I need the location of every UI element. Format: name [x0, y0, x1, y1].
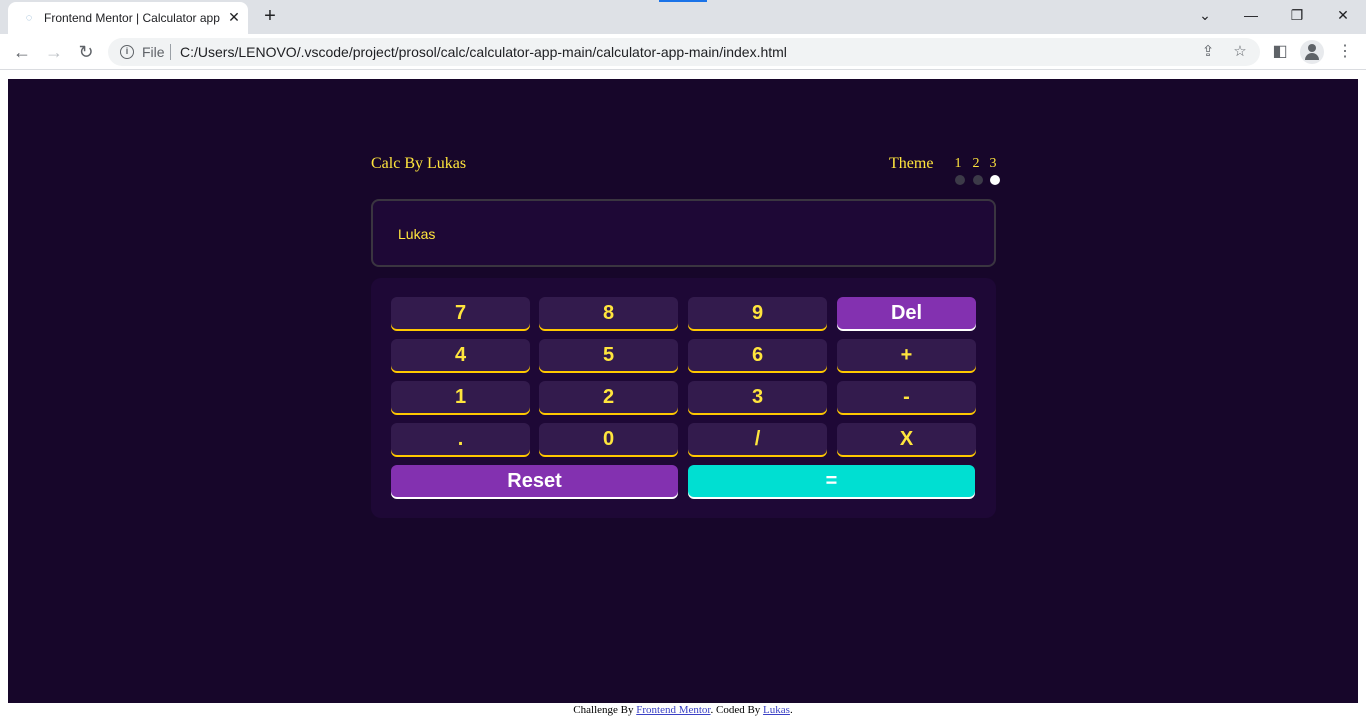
theme-label: Theme — [889, 155, 934, 172]
file-scheme-label: File — [142, 44, 165, 60]
browser-tab[interactable]: ◌ Frontend Mentor | Calculator app ✕ — [8, 2, 248, 34]
calculator-title: Calc By Lukas — [371, 155, 467, 172]
calculator: Calc By Lukas Theme 1 2 3 Lukas 7 8 9 De… — [371, 155, 1000, 518]
footer-prefix: Challenge By — [573, 704, 634, 716]
browser-tab-bar: ◌ Frontend Mentor | Calculator app ✕ + ⌄… — [0, 0, 1366, 34]
theme-number-1: 1 — [954, 156, 962, 171]
profile-avatar-icon[interactable] — [1300, 40, 1324, 64]
url-text[interactable]: C:/Users/LENOVO/.vscode/project/prosol/c… — [180, 44, 787, 60]
restore-window-icon[interactable]: ❐ — [1285, 4, 1309, 26]
key-4[interactable]: 4 — [391, 339, 530, 371]
bookmark-star-icon[interactable]: ☆ — [1230, 42, 1250, 62]
plus-button[interactable]: + — [837, 339, 976, 371]
key-7[interactable]: 7 — [391, 297, 530, 329]
delete-button[interactable]: Del — [837, 297, 976, 329]
reload-icon[interactable]: ↻ — [74, 40, 98, 64]
site-info-icon[interactable]: i — [120, 45, 134, 59]
minimize-window-icon[interactable]: — — [1239, 4, 1263, 26]
footer-middle: . Coded By — [710, 704, 761, 716]
footer-suffix: . — [789, 704, 793, 716]
key-9[interactable]: 9 — [688, 297, 827, 329]
theme-number-2: 2 — [972, 156, 980, 171]
address-divider — [170, 44, 171, 60]
address-bar[interactable]: i File C:/Users/LENOVO/.vscode/project/p… — [108, 38, 1260, 66]
key-3[interactable]: 3 — [688, 381, 827, 413]
key-2[interactable]: 2 — [539, 381, 678, 413]
theme-number-3: 3 — [989, 156, 997, 171]
tab-title: Frontend Mentor | Calculator app — [44, 11, 220, 25]
keypad: 7 8 9 Del 4 5 6 + 1 2 3 - . 0 / X Reset … — [371, 278, 996, 518]
reset-button[interactable]: Reset — [391, 465, 678, 497]
frontend-mentor-link[interactable]: Frontend Mentor — [636, 704, 710, 716]
theme-toggle[interactable] — [947, 173, 1000, 187]
theme-numbers: 1 2 3 — [951, 155, 1003, 173]
browser-toolbar: ← → ↻ i File C:/Users/LENOVO/.vscode/pro… — [0, 34, 1366, 70]
forward-arrow-icon[interactable]: → — [42, 40, 66, 64]
key-8[interactable]: 8 — [539, 297, 678, 329]
display-value: Lukas — [398, 226, 436, 242]
theme-3-radio[interactable] — [990, 175, 1000, 185]
key-1[interactable]: 1 — [391, 381, 530, 413]
minus-button[interactable]: - — [837, 381, 976, 413]
page-body: Calc By Lukas Theme 1 2 3 Lukas 7 8 9 De… — [8, 79, 1358, 703]
calculator-header: Calc By Lukas Theme 1 2 3 — [371, 155, 1000, 195]
theme-2-radio[interactable] — [973, 175, 983, 185]
new-tab-button[interactable]: + — [259, 5, 281, 27]
multiply-button[interactable]: X — [837, 423, 976, 455]
attribution-footer: Challenge By Frontend Mentor. Coded By L… — [0, 703, 1366, 723]
divide-button[interactable]: / — [688, 423, 827, 455]
tab-strip-accent — [659, 0, 707, 2]
more-menu-icon[interactable]: ⋮ — [1333, 40, 1357, 64]
decimal-button[interactable]: . — [391, 423, 530, 455]
key-6[interactable]: 6 — [688, 339, 827, 371]
key-0[interactable]: 0 — [539, 423, 678, 455]
calculator-display: Lukas — [371, 199, 996, 267]
close-window-icon[interactable]: ✕ — [1331, 4, 1355, 26]
tab-search-chevron-icon[interactable]: ⌄ — [1193, 4, 1217, 26]
frontend-mentor-favicon-icon: ◌ — [25, 12, 33, 24]
tab-close-icon[interactable]: ✕ — [226, 9, 242, 25]
back-arrow-icon[interactable]: ← — [10, 40, 34, 64]
author-link[interactable]: Lukas — [763, 704, 790, 716]
equals-button[interactable]: = — [688, 465, 975, 497]
theme-1-radio[interactable] — [955, 175, 965, 185]
side-panel-icon[interactable]: ◧ — [1268, 40, 1292, 64]
share-icon[interactable]: ⇪ — [1198, 42, 1218, 62]
key-5[interactable]: 5 — [539, 339, 678, 371]
